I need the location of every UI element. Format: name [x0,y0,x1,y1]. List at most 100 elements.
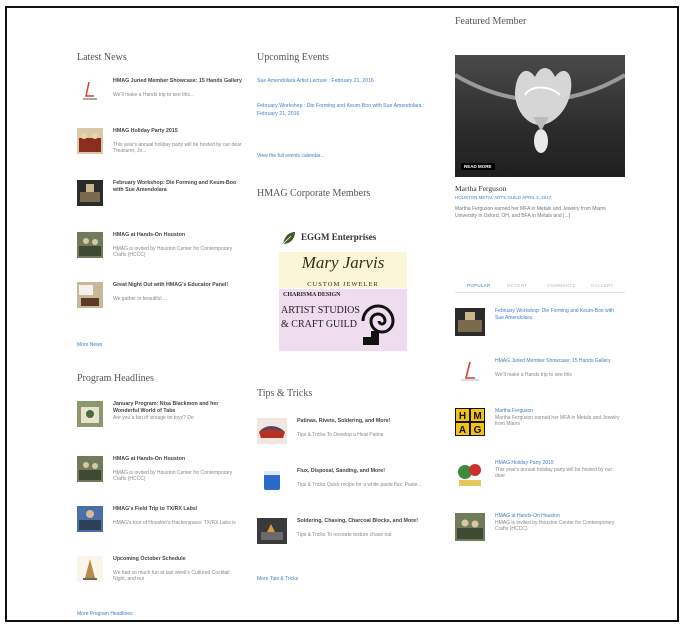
full-calendar-link[interactable]: View the full events calendar... [257,153,324,159]
leaf-icon [282,232,295,245]
news-item[interactable]: HMAG Holiday Party 2015 This year's annu… [77,128,245,160]
news-excerpt: This year's annual holiday party will be… [113,142,242,155]
program-item[interactable]: HMAG at Hands-On Houston HMAG is invited… [77,456,245,488]
sidebar-item-title[interactable]: HMAG Holiday Party 2015 [495,460,623,467]
svg-text:H: H [459,411,466,422]
corporate-members-heading: HMAG Corporate Members [257,188,371,199]
program-headlines-heading: Program Headlines [77,373,154,384]
program-item[interactable]: Upcoming October Schedule We had so much… [77,556,245,588]
news-item[interactable]: Great Night Out with HMAG's Educator Pan… [77,282,245,314]
tip-item[interactable]: Soldering, Chasing, Charcoal Blocks, and… [257,518,439,552]
featured-member-text: Martha Ferguson earned her MFA in Metals… [455,206,606,219]
read-more-badge[interactable]: READ MORE [461,163,495,170]
pendant-image [453,68,627,153]
tip-item[interactable]: Patinas, Rivets, Soldering, and More! Ti… [257,418,439,452]
corporate-logos: EGGM Enterprises Mary Jarvis CUSTOM JEWE… [279,227,409,362]
more-news-link[interactable]: More News [77,342,102,348]
news-thumbnail [77,232,103,258]
program-item[interactable]: HMAG's Field Trip to TX/RX Labs! HMAG's … [77,506,245,538]
eggm-logo[interactable]: EGGM Enterprises [279,227,409,249]
news-thumbnail [77,128,103,154]
sidebar-thumbnail [455,513,485,541]
tab-popular[interactable]: POPULAR [467,283,491,288]
program-title[interactable]: HMAG at Hands-On Houston [113,456,243,463]
tip-thumbnail [257,468,287,494]
sidebar-item[interactable]: HMAG Juried Member Showcase: 15 Hands Ga… [455,358,625,398]
tab-recent[interactable]: RECENT [507,283,527,288]
program-excerpt: We had so much fun at last week's Cultur… [113,570,230,583]
program-excerpt: Are you a fan of vintage tin toys? Do [113,415,194,421]
tip-excerpt: Tips & Tricks To recreate texture chase … [297,532,392,538]
news-title[interactable]: Great Night Out with HMAG's Educator Pan… [113,282,243,289]
sidebar-item[interactable]: HMAG Martha Ferguson Martha Ferguson ear… [455,408,625,448]
upcoming-events-heading: Upcoming Events [257,52,329,63]
news-excerpt: We’ll make a Hands trip to see this... [113,92,195,98]
news-item[interactable]: HMAG at Hands-On Houston HMAG is invited… [77,232,245,264]
news-title[interactable]: HMAG at Hands-On Houston [113,232,243,239]
program-title[interactable]: Upcoming October Schedule [113,556,243,563]
featured-member-heading: Featured Member [455,16,527,27]
sidebar-item-excerpt: HMAG is invited by Houston Center for Co… [495,520,615,533]
tip-thumbnail [257,418,287,444]
news-excerpt: We gather in beautiful ... [113,296,168,302]
sidebar-item-title[interactable]: Martha Ferguson [495,408,623,415]
charisma-design-text: CHARISMA DESIGN [283,292,341,298]
news-thumbnail [77,78,103,104]
sidebar-item-title[interactable]: HMAG at Hands-On Houston [495,513,623,520]
latest-news-heading: Latest News [77,52,127,63]
sidebar-item[interactable]: HMAG at Hands-On Houston HMAG is invited… [455,513,625,553]
news-title[interactable]: HMAG Holiday Party 2015 [113,128,243,135]
program-thumbnail [77,556,103,582]
sidebar-item[interactable]: February Workshop: Die Forming and Keum-… [455,308,625,348]
news-title[interactable]: HMAG Juried Member Showcase: 15 Hands Ga… [113,78,243,85]
program-title[interactable]: HMAG's Field Trip to TX/RX Labs! [113,506,243,513]
program-excerpt: HMAG is invited by Houston Center for Co… [113,470,233,483]
sidebar-item-excerpt: This year's annual holiday party will be… [495,467,613,480]
tip-title[interactable]: Patinas, Rivets, Soldering, and More! [297,418,437,425]
tip-excerpt: Tips & Tricks To Develop a Heat Patina [297,432,384,438]
tip-title[interactable]: Flux, Disposal, Sanding, and More! [297,468,437,475]
program-excerpt: HMAG's tour of Houston's Hackerspace: TX… [113,520,236,526]
svg-text:A: A [459,425,466,436]
featured-member-name[interactable]: Martha Ferguson [455,184,506,193]
news-item[interactable]: February Workshop: Die Forming and Keum-… [77,180,245,212]
mary-jarvis-name: Mary Jarvis [301,253,385,272]
sidebar-item[interactable]: HMAG Holiday Party 2015 This year's annu… [455,460,625,500]
program-item[interactable]: January Program: Nisa Blackmon and her W… [77,401,245,433]
program-thumbnail [77,506,103,532]
news-item[interactable]: HMAG Juried Member Showcase: 15 Hands Ga… [77,78,245,110]
featured-member-meta: HOUSTON METAL ARTS GUILD APRIL 2, 2017 [455,195,552,200]
tab-gallery[interactable]: GALLERY [591,283,614,288]
svg-text:M: M [473,411,481,422]
tip-title[interactable]: Soldering, Chasing, Charcoal Blocks, and… [297,518,437,525]
tip-excerpt: Tips & Tricks Quick recipe for a white p… [297,482,422,488]
spiral-logo-icon [361,304,395,345]
event-link[interactable]: Sue Amendolara Artist Lecture : February… [257,78,437,86]
sidebar-item-excerpt: We’ll make a Hands trip to see this [495,372,572,378]
more-program-headlines-link[interactable]: More Program Headlines [77,611,133,617]
eggm-logo-text: EGGM Enterprises [301,232,377,242]
svg-text:G: G [474,425,482,436]
artist-studios-text: ARTIST STUDIOS [281,305,360,316]
mary-jarvis-logo[interactable]: Mary Jarvis CUSTOM JEWELER [279,252,407,288]
mary-jarvis-subtitle: CUSTOM JEWELER [307,281,379,288]
news-thumbnail [77,282,103,308]
tab-comments[interactable]: COMMENTS [547,283,576,288]
sidebar-item-title[interactable]: HMAG Juried Member Showcase: 15 Hands Ga… [495,358,623,365]
featured-member-image[interactable]: READ MORE [453,55,627,177]
tip-thumbnail [257,518,287,544]
sidebar-thumbnail [455,358,485,386]
more-tips-link[interactable]: More Tips & Tricks [257,576,298,582]
news-title[interactable]: February Workshop: Die Forming and Keum-… [113,180,243,193]
tips-heading: Tips & Tricks [257,388,313,399]
news-excerpt: HMAG is invited by Houston Center for Co… [113,246,233,259]
program-thumbnail [77,401,103,427]
program-title[interactable]: January Program: Nisa Blackmon and her W… [113,401,243,414]
event-link[interactable]: February Workshop : Die Forming and Keum… [257,103,437,119]
sidebar-tabs: POPULAR RECENT COMMENTS GALLERY [455,280,625,293]
tip-item[interactable]: Flux, Disposal, Sanding, and More! Tips … [257,468,439,502]
hmag-logo-icon: H MA G [455,408,485,436]
sidebar-item-title[interactable]: February Workshop: Die Forming and Keum-… [495,308,623,321]
artist-studios-logo[interactable]: CHARISMA DESIGN ARTIST STUDIOS & CRAFT G… [279,289,407,351]
craft-guild-text: & CRAFT GUILD [281,319,357,330]
